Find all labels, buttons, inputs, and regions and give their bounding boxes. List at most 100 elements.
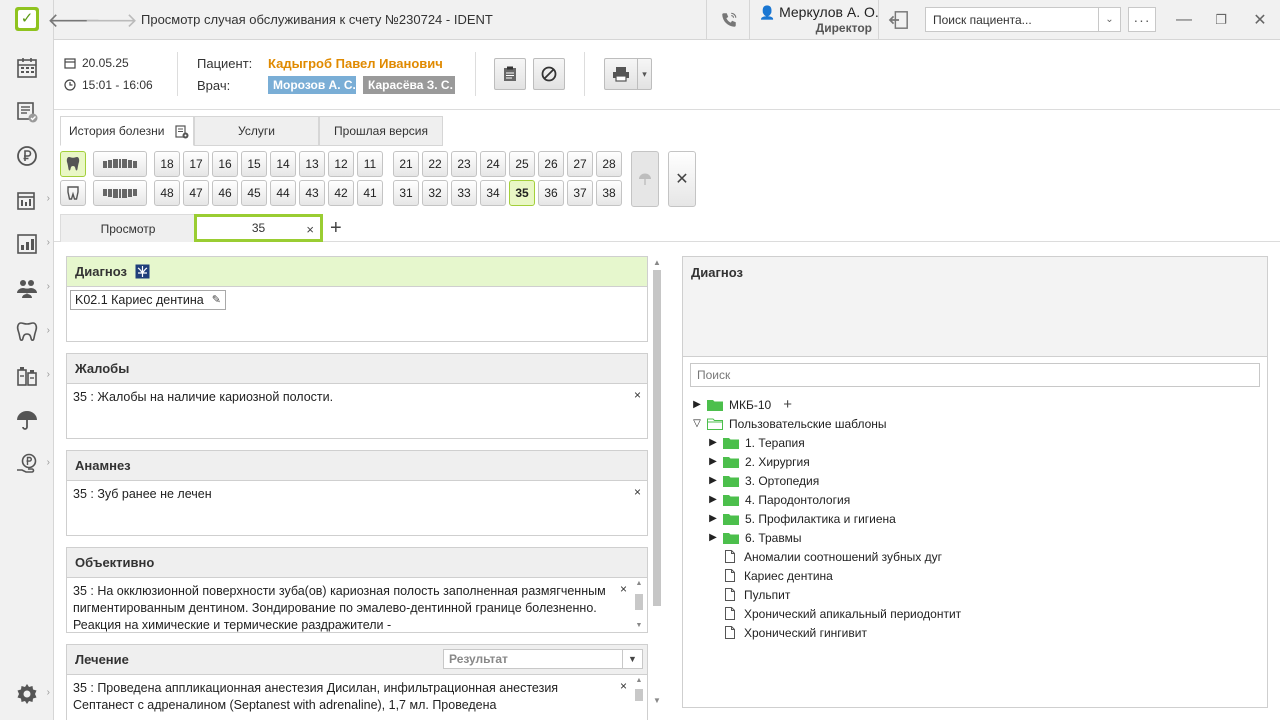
chevron-down-icon[interactable]: ▼ (622, 650, 642, 668)
tooth-21[interactable]: 21 (393, 151, 419, 177)
sections-scrollbar[interactable]: ▲ ▼ (652, 258, 662, 706)
diagnosis-search-input[interactable] (691, 364, 1259, 386)
tree-node-surgery[interactable]: ▶ 2. Хирургия (707, 452, 810, 471)
tooth-15[interactable]: 15 (241, 151, 267, 177)
expand-arrow-icon[interactable]: ▶ (707, 437, 719, 448)
tooth-32[interactable]: 32 (422, 180, 448, 206)
treatment-text[interactable]: 35 : Проведена аппликационная анестезия … (67, 675, 647, 720)
objective-text[interactable]: 35 : На окклюзионной поверхности зуба(ов… (67, 578, 647, 632)
objective-scrollbar[interactable]: ▲ ▼ (635, 580, 643, 632)
tooth-17[interactable]: 17 (183, 151, 209, 177)
settings-gear-icon[interactable]: › (0, 674, 54, 714)
payments-ruble-icon[interactable] (0, 136, 54, 176)
doctor-chip-morozov[interactable]: Морозов А. С. (268, 76, 356, 94)
tooth-22[interactable]: 22 (422, 151, 448, 177)
app-logo-icon[interactable]: ✓ (15, 7, 39, 31)
tooth-35-selected[interactable]: 35 (509, 180, 535, 206)
expand-arrow-icon[interactable]: ▶ (707, 456, 719, 467)
tree-node-injuries[interactable]: ▶ 6. Травмы (707, 528, 801, 547)
tooth-16[interactable]: 16 (212, 151, 238, 177)
permanent-tooth-icon[interactable] (60, 151, 86, 177)
tooth-41[interactable]: 41 (357, 180, 383, 206)
remove-icon[interactable]: × (620, 581, 627, 598)
tooth-47[interactable]: 47 (183, 180, 209, 206)
back-arrow-icon[interactable]: 🡐 (47, 8, 101, 32)
expand-arrow-icon[interactable]: ▶ (707, 494, 719, 505)
tooth-12[interactable]: 12 (328, 151, 354, 177)
template-settings-icon[interactable] (175, 125, 189, 139)
tooth-13[interactable]: 13 (299, 151, 325, 177)
tree-node-dental-arch-anomalies[interactable]: Аномалии соотношений зубных дуг (723, 547, 942, 566)
tooth-23[interactable]: 23 (451, 151, 477, 177)
complaints-text[interactable]: 35 : Жалобы на наличие кариозной полости… (67, 384, 647, 411)
expand-arrow-icon[interactable]: ▶ (707, 513, 719, 524)
expand-arrow-icon[interactable]: ▶ (707, 475, 719, 486)
chevron-down-icon[interactable]: ⌄ (1098, 8, 1120, 31)
insurance-umbrella-icon[interactable] (0, 400, 54, 440)
close-window-icon[interactable]: ✕ (1248, 8, 1272, 32)
tree-node-gingivitis[interactable]: Хронический гингивит (723, 623, 867, 642)
schedule-icon[interactable] (0, 48, 54, 88)
tooth-24[interactable]: 24 (480, 151, 506, 177)
expand-arrow-icon[interactable]: ▶ (707, 532, 719, 543)
reports-chart-icon[interactable]: › (0, 224, 54, 264)
collapse-arrow-icon[interactable]: ▽ (691, 418, 703, 429)
maximize-icon[interactable]: ❐ (1209, 8, 1233, 32)
staff-people-icon[interactable]: › (0, 268, 54, 308)
tooth-18[interactable]: 18 (154, 151, 180, 177)
patient-search-input[interactable] (926, 8, 1096, 31)
patient-name-link[interactable]: Кадыгроб Павел Иванович (268, 56, 443, 71)
tooth-37[interactable]: 37 (567, 180, 593, 206)
more-options-button[interactable]: ··· (1128, 7, 1156, 32)
diagnosis-search-box[interactable] (690, 363, 1260, 387)
tree-node-user-templates[interactable]: ▽ Пользовательские шаблоны (691, 414, 886, 433)
add-tab-button[interactable]: + (330, 217, 342, 239)
tab-medical-history[interactable]: История болезни (60, 116, 194, 146)
tooth-14[interactable]: 14 (270, 151, 296, 177)
visits-list-icon[interactable] (0, 92, 54, 132)
print-split-button[interactable]: ▾ (604, 58, 652, 90)
milk-tooth-icon[interactable] (60, 180, 86, 206)
tree-node-icd10[interactable]: ▶ МКБ-10 + (691, 395, 792, 414)
remove-icon[interactable]: × (620, 678, 627, 695)
tree-node-pulpitis[interactable]: Пульпит (723, 585, 790, 604)
tab-previous-version[interactable]: Прошлая версия (319, 116, 443, 146)
tooth-33[interactable]: 33 (451, 180, 477, 206)
tooth-11[interactable]: 11 (357, 151, 383, 177)
edit-pencil-icon[interactable]: ✎ (212, 292, 221, 309)
document-clipboard-button[interactable] (494, 58, 526, 90)
subtab-tooth-35[interactable]: 35 × (194, 214, 323, 242)
treatment-scrollbar[interactable]: ▲ (635, 677, 643, 717)
icd-book-icon[interactable] (135, 264, 150, 279)
finance-hand-coin-icon[interactable]: › (0, 444, 54, 484)
tooth-43[interactable]: 43 (299, 180, 325, 206)
expand-arrow-icon[interactable]: ▶ (691, 399, 703, 410)
cancel-visit-button[interactable] (533, 58, 565, 90)
materials-bottles-icon[interactable]: › (0, 356, 54, 396)
tooth-icon[interactable]: › (0, 312, 54, 352)
tooth-38[interactable]: 38 (596, 180, 622, 206)
tooth-26[interactable]: 26 (538, 151, 564, 177)
logout-icon[interactable] (886, 8, 912, 32)
tooth-36[interactable]: 36 (538, 180, 564, 206)
tab-services[interactable]: Услуги (194, 116, 319, 146)
tooth-44[interactable]: 44 (270, 180, 296, 206)
tree-node-dentin-caries[interactable]: Кариес дентина (723, 566, 833, 585)
upper-jaw-icon[interactable] (93, 151, 147, 177)
clear-selection-button[interactable]: ✕ (668, 151, 696, 207)
remove-icon[interactable]: × (634, 387, 641, 404)
anamnesis-text[interactable]: 35 : Зуб ранее не лечен × (67, 481, 647, 508)
tooth-27[interactable]: 27 (567, 151, 593, 177)
tooth-31[interactable]: 31 (393, 180, 419, 206)
tooth-25[interactable]: 25 (509, 151, 535, 177)
printer-icon[interactable] (605, 59, 637, 89)
forward-arrow-icon[interactable]: 🡒 (84, 8, 138, 32)
tooth-28[interactable]: 28 (596, 151, 622, 177)
close-tab-icon[interactable]: × (306, 222, 314, 237)
tooth-48[interactable]: 48 (154, 180, 180, 206)
doctor-chip-karaseva[interactable]: Карасёва З. С. (363, 76, 455, 94)
tree-node-prophylaxis[interactable]: ▶ 5. Профилактика и гигиена (707, 509, 896, 528)
tree-node-apical-periodontitis[interactable]: Хронический апикальный периодонтит (723, 604, 961, 623)
diagnosis-chip[interactable]: K02.1 Кариес дентина ✎ (70, 290, 226, 310)
tooth-34[interactable]: 34 (480, 180, 506, 206)
